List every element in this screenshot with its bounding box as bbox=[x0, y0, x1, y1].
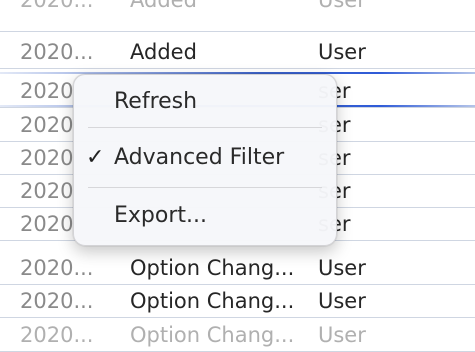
table-row[interactable]: 2020... Option Chang... User bbox=[0, 320, 475, 352]
change-cell: Option Chang... bbox=[130, 289, 295, 313]
menu-item-refresh[interactable]: Refresh bbox=[74, 81, 336, 125]
checkmark-icon: ✓ bbox=[86, 145, 105, 170]
date-cell: 2020... bbox=[20, 289, 94, 313]
date-cell: 2020 bbox=[20, 179, 74, 203]
table-row[interactable]: 2020... Option Chang... User bbox=[0, 286, 475, 318]
date-cell: 2020 bbox=[20, 212, 74, 236]
change-cell: Added bbox=[130, 0, 197, 12]
change-cell: Added bbox=[130, 40, 197, 64]
user-cell: User bbox=[318, 40, 366, 64]
date-cell: 2020... bbox=[20, 40, 94, 64]
table-row[interactable]: 2020... Added User bbox=[0, 37, 475, 69]
table-row[interactable]: 2020... Added User bbox=[0, 0, 475, 32]
menu-separator bbox=[88, 127, 322, 128]
user-cell: User bbox=[318, 256, 366, 280]
date-cell: 2020 bbox=[20, 79, 74, 103]
menu-item-label: Advanced Filter bbox=[114, 145, 285, 170]
context-menu: Refresh ✓ Advanced Filter Export... bbox=[73, 74, 337, 246]
date-cell: 2020 bbox=[20, 113, 74, 137]
date-cell: 2020 bbox=[20, 146, 74, 170]
menu-item-label: Refresh bbox=[114, 89, 198, 114]
user-cell: User bbox=[318, 323, 366, 347]
change-cell: Option Chang... bbox=[130, 256, 295, 280]
date-cell: 2020... bbox=[20, 256, 94, 280]
menu-item-advanced-filter[interactable]: ✓ Advanced Filter bbox=[74, 137, 336, 181]
date-cell: 2020... bbox=[20, 0, 94, 12]
table-row[interactable]: 2020... Option Chang... User bbox=[0, 253, 475, 285]
menu-separator bbox=[88, 187, 322, 188]
change-cell: Option Chang... bbox=[130, 323, 295, 347]
user-cell: User bbox=[318, 0, 366, 12]
date-cell: 2020... bbox=[20, 323, 94, 347]
user-cell: User bbox=[318, 289, 366, 313]
menu-item-export[interactable]: Export... bbox=[74, 195, 336, 239]
menu-item-label: Export... bbox=[114, 203, 207, 228]
